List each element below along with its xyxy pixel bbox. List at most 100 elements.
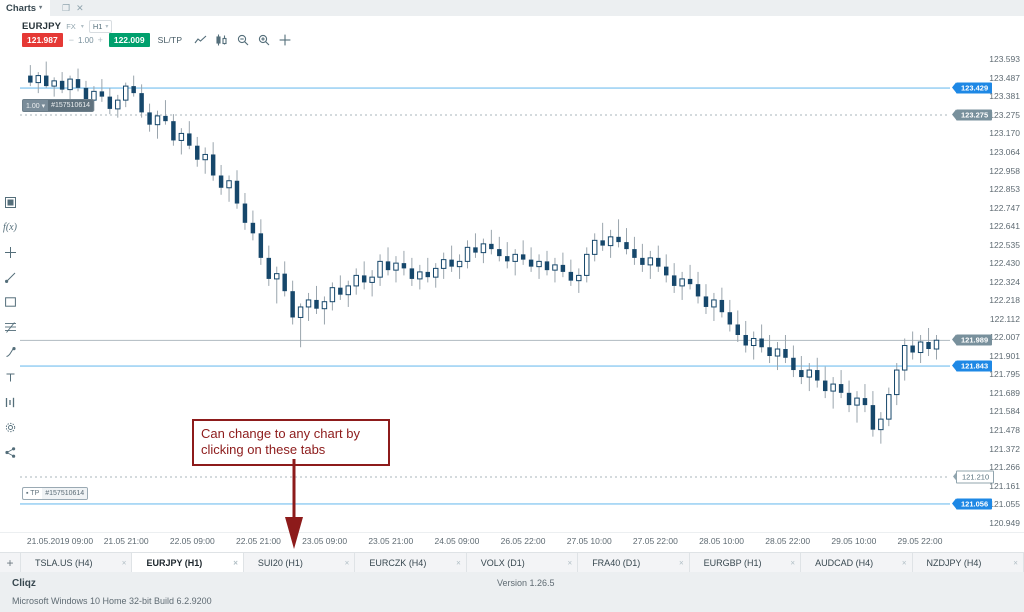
timeframe-selector[interactable]: H1 ▾ — [88, 20, 113, 33]
candlestick — [584, 253, 590, 276]
take-profit-marker[interactable]: ▪ TP #157510614 — [22, 487, 89, 500]
sltp-button[interactable]: SL/TP — [158, 35, 183, 45]
line-chart-icon[interactable] — [194, 35, 207, 46]
text-tool-icon[interactable] — [3, 370, 17, 384]
chevron-down-icon[interactable]: ▾ — [39, 5, 42, 11]
toolbar-icon-group — [194, 34, 291, 46]
chart-tab-bar[interactable]: + TSLA.US (H4) × EURJPY (H1) × SUI20 (H1) × EU… — [0, 552, 1024, 573]
close-icon[interactable]: × — [1013, 559, 1018, 568]
candlestick — [202, 153, 208, 161]
price-tick-label: 123.064 — [989, 147, 1020, 157]
zoom-out-icon[interactable] — [237, 34, 249, 46]
position-volume: ▪ TP — [26, 490, 40, 497]
candlestick — [727, 312, 733, 325]
chart-tab[interactable]: SUI20 (H1) × — [243, 553, 356, 573]
candlestick — [687, 278, 693, 285]
candlestick — [552, 264, 558, 271]
price-tick-label: 122.641 — [989, 221, 1020, 232]
share-icon[interactable] — [3, 445, 17, 459]
price-tick-label: 121.055 — [989, 499, 1020, 510]
price-tick-label: 120.949 — [989, 517, 1020, 528]
chart-tab[interactable]: AUDCAD (H4) × — [801, 553, 913, 573]
candlestick — [305, 299, 312, 308]
symbol-dropdown-icon[interactable]: ▾ — [81, 23, 84, 30]
close-icon[interactable]: × — [568, 559, 573, 568]
restore-window-button[interactable]: ❐ — [62, 3, 70, 14]
position-volume: 1.00 ▾ — [26, 102, 46, 110]
price-marker-tag[interactable]: 123.275 — [951, 109, 993, 121]
trendline-tool-icon[interactable] — [3, 270, 17, 284]
price-tick-label: 122.218 — [989, 295, 1020, 306]
candlestick — [417, 271, 423, 280]
close-icon[interactable]: × — [790, 559, 795, 568]
candlestick — [361, 275, 367, 283]
close-icon[interactable]: × — [345, 559, 350, 568]
chart-tab[interactable]: NZDJPY (H4) × — [912, 553, 1024, 573]
candlestick — [862, 398, 868, 406]
price-marker-tag[interactable]: 123.429 — [951, 82, 993, 94]
candlestick — [131, 86, 136, 94]
volume-value[interactable]: 1.00 — [78, 36, 94, 45]
bars-tool-icon[interactable] — [3, 395, 17, 409]
candlestick — [122, 85, 129, 101]
time-tick-label: 21.05 21:00 — [103, 536, 149, 546]
chart-tab[interactable]: EURGBP (H1) × — [689, 553, 802, 573]
candlestick — [830, 383, 836, 392]
time-axis[interactable]: 21.05.2019 09:00 21.05 21:00 22.05 09:00 22… — [0, 532, 1024, 551]
crosshair-tool-icon[interactable] — [3, 245, 17, 259]
annotation-line-2: clicking on these tabs — [201, 441, 326, 457]
close-icon[interactable]: × — [122, 559, 127, 568]
buy-ask-button[interactable]: 122.009 — [108, 33, 150, 48]
volume-increase-button[interactable]: + — [98, 35, 103, 45]
symbol-name[interactable]: EURJPY — [22, 21, 61, 32]
candlestick — [878, 418, 884, 431]
settings-gear-icon[interactable] — [3, 420, 17, 434]
crosshair-icon[interactable] — [279, 34, 291, 46]
fibonacci-tool-icon[interactable] — [3, 320, 17, 334]
close-window-button[interactable]: ✕ — [76, 3, 84, 14]
indicator-fx-icon[interactable]: f(x) — [3, 220, 17, 234]
zoom-in-icon[interactable] — [258, 34, 270, 46]
candlestick — [393, 262, 399, 271]
chart-tab[interactable]: EURCZK (H4) × — [355, 553, 467, 573]
brush-tool-icon[interactable] — [3, 345, 17, 359]
close-icon[interactable]: × — [456, 559, 461, 568]
chart-tab[interactable]: FRA40 (D1) × — [578, 553, 690, 573]
volume-decrease-button[interactable]: − — [69, 35, 74, 45]
price-tick-label: 121.689 — [989, 388, 1020, 398]
chart-plot-area[interactable] — [20, 50, 950, 532]
candlestick — [338, 287, 343, 295]
candlestick — [178, 132, 185, 141]
price-marker-tag[interactable]: 121.989 — [951, 334, 993, 346]
candlestick — [806, 369, 813, 378]
chart-tab[interactable]: EURJPY (H1) × — [132, 553, 244, 573]
price-marker-tag[interactable]: 121.056 — [951, 498, 993, 510]
price-marker-tag[interactable]: 121.210 — [952, 470, 995, 484]
close-icon[interactable]: × — [679, 559, 684, 568]
chart-tab[interactable]: VOLX (D1) × — [466, 553, 579, 573]
candlestick-icon[interactable] — [216, 34, 228, 46]
price-axis[interactable]: 123.593 123.487 123.381 123.275 123.170 123.0… — [950, 50, 1024, 532]
sell-bid-button[interactable]: 121.987 — [22, 33, 63, 48]
add-chart-tab-button[interactable]: + — [0, 553, 21, 573]
chart-style-icon[interactable] — [3, 195, 17, 209]
open-position-marker[interactable]: 1.00 ▾ #157510614 — [22, 99, 95, 112]
candlestick — [750, 337, 757, 347]
rectangle-tool-icon[interactable] — [3, 295, 17, 309]
candlestick — [647, 257, 654, 266]
price-tick-label: 123.487 — [989, 72, 1020, 83]
close-icon[interactable]: × — [902, 559, 907, 568]
price-marker-tag[interactable]: 121.843 — [951, 360, 993, 372]
time-tick-label: 23.05 09:00 — [302, 536, 348, 546]
candlestick — [917, 341, 924, 354]
close-icon[interactable]: × — [233, 559, 238, 568]
chart-tab[interactable]: TSLA.US (H4) × — [21, 553, 133, 573]
candlestick — [377, 260, 383, 278]
candlestick — [75, 79, 81, 88]
charts-panel-tab[interactable]: Charts ▾ — [0, 0, 51, 16]
candlestick — [933, 339, 940, 350]
volume-stepper[interactable]: − 1.00 + — [67, 35, 105, 45]
timeframe-label: H1 — [92, 22, 103, 31]
candlestick — [544, 261, 550, 271]
candlestick — [35, 75, 42, 84]
